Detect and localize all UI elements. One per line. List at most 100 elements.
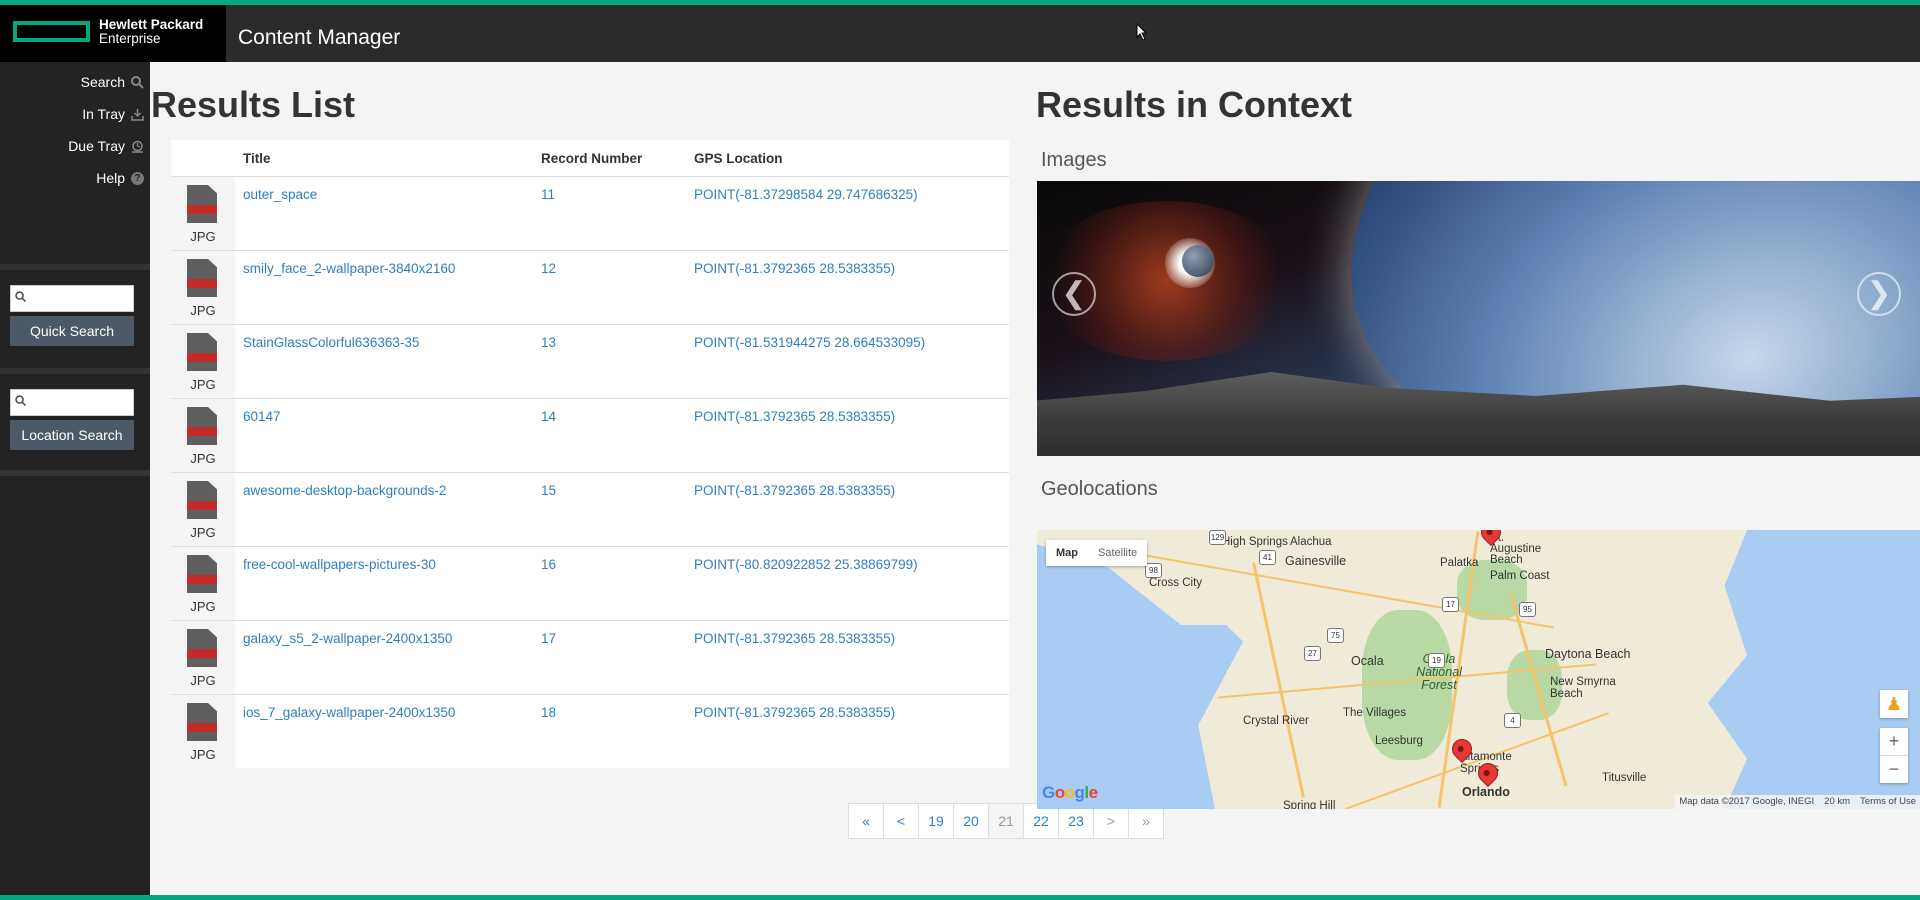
mouse-cursor-icon	[1136, 23, 1148, 41]
location-search-field[interactable]	[10, 389, 134, 416]
results-in-context-heading: Results in Context	[1036, 84, 1353, 125]
quick-search-field[interactable]	[10, 285, 134, 312]
search-icon	[15, 291, 26, 302]
column-header-title[interactable]: Title	[243, 151, 271, 166]
record-number-link[interactable]: 17	[541, 631, 556, 646]
column-header-gps-location[interactable]: GPS Location	[694, 151, 783, 166]
gps-location-link[interactable]: POINT(-81.37298584 29.747686325)	[694, 187, 918, 202]
record-number-link[interactable]: 12	[541, 261, 556, 276]
map-place-label: Palm Coast	[1490, 570, 1550, 582]
nav-due-tray[interactable]: Due Tray	[68, 138, 144, 154]
bottom-accent-stripe	[0, 895, 1920, 900]
record-number-link[interactable]: 13	[541, 335, 556, 350]
in-tray-icon	[131, 108, 144, 121]
file-type-label: JPG	[190, 303, 216, 318]
record-title-link[interactable]: ios_7_galaxy-wallpaper-2400x1350	[243, 705, 455, 720]
image-carousel[interactable]: ❮ ❯	[1037, 181, 1920, 456]
geolocations-heading: Geolocations	[1041, 478, 1158, 500]
nav-help[interactable]: Help ?	[96, 170, 144, 186]
due-tray-icon	[132, 140, 143, 153]
record-title-link[interactable]: outer_space	[243, 187, 317, 202]
gps-location-link[interactable]: POINT(-81.3792365 28.5383355)	[694, 631, 895, 646]
results-table: Title Record Number GPS Location JPG out…	[171, 140, 1009, 768]
nav-in-tray[interactable]: In Tray	[82, 106, 144, 122]
map-place-label: Leesburg	[1375, 735, 1423, 747]
map-place-label: The Villages	[1343, 707, 1407, 719]
record-number-link[interactable]: 15	[541, 483, 556, 498]
nav-search[interactable]: Search	[81, 74, 144, 90]
table-row[interactable]: JPG 60147 14 POINT(-81.3792365 28.538335…	[171, 399, 1009, 473]
record-number-link[interactable]: 14	[541, 409, 556, 424]
page-button[interactable]: 19	[918, 803, 954, 839]
table-row[interactable]: JPG galaxy_s5_2-wallpaper-2400x1350 17 P…	[171, 621, 1009, 695]
file-type-label: JPG	[190, 377, 216, 392]
gps-location-link[interactable]: POINT(-81.3792365 28.5383355)	[694, 409, 895, 424]
gps-location-link[interactable]: POINT(-81.3792365 28.5383355)	[694, 705, 895, 720]
app-header: Hewlett Packard Enterprise Content Manag…	[0, 5, 1920, 62]
zoom-out-button[interactable]: −	[1880, 756, 1908, 783]
nav-help-label: Help	[96, 170, 125, 186]
record-title-link[interactable]: awesome-desktop-backgrounds-2	[243, 483, 446, 498]
quick-search-button[interactable]: Quick Search	[10, 316, 134, 346]
map-place-label: Crystal River	[1243, 715, 1309, 727]
zoom-in-button[interactable]: +	[1880, 728, 1908, 756]
highway-shield: 75	[1327, 628, 1344, 643]
carousel-next-button[interactable]: ❯	[1857, 272, 1901, 316]
table-row[interactable]: JPG awesome-desktop-backgrounds-2 15 POI…	[171, 473, 1009, 547]
record-title-link[interactable]: 60147	[243, 409, 281, 424]
jpg-file-icon	[187, 185, 217, 223]
file-type-label: JPG	[190, 451, 216, 466]
zoom-control: + −	[1880, 728, 1908, 783]
nav-search-label: Search	[80, 74, 125, 90]
gps-location-link[interactable]: POINT(-81.3792365 28.5383355)	[694, 483, 895, 498]
hpe-logo-rectangle	[13, 21, 90, 42]
map-scale: 20 km	[1824, 796, 1851, 807]
gps-location-link[interactable]: POINT(-80.820922852 25.38869799)	[694, 557, 918, 572]
table-row[interactable]: JPG free-cool-wallpapers-pictures-30 16 …	[171, 547, 1009, 621]
help-icon: ?	[131, 171, 144, 185]
highway-shield: 17	[1442, 597, 1459, 612]
record-title-link[interactable]: smily_face_2-wallpaper-3840x2160	[243, 261, 455, 276]
table-row[interactable]: JPG StainGlassColorful636363-35 13 POINT…	[171, 325, 1009, 399]
record-title-link[interactable]: free-cool-wallpapers-pictures-30	[243, 557, 436, 572]
google-logo: Google	[1042, 783, 1098, 802]
column-header-record-number[interactable]: Record Number	[541, 151, 642, 166]
table-row[interactable]: JPG outer_space 11 POINT(-81.37298584 29…	[171, 177, 1009, 251]
record-number-link[interactable]: 18	[541, 705, 556, 720]
search-icon	[15, 395, 26, 406]
map-type-toggle: Map Satellite	[1046, 540, 1148, 566]
carousel-prev-button[interactable]: ❮	[1052, 272, 1096, 316]
nav-in-tray-label: In Tray	[82, 106, 125, 122]
map-type-map-button[interactable]: Map	[1046, 540, 1088, 566]
table-row[interactable]: JPG ios_7_galaxy-wallpaper-2400x1350 18 …	[171, 695, 1009, 768]
location-search-input[interactable]	[31, 392, 133, 414]
quick-search-input[interactable]	[31, 288, 133, 310]
street-view-pegman-icon[interactable]: ♟	[1880, 690, 1908, 718]
map-type-satellite-button[interactable]: Satellite	[1088, 540, 1147, 566]
record-title-link[interactable]: StainGlassColorful636363-35	[243, 335, 419, 350]
file-type-label: JPG	[190, 525, 216, 540]
highway-shield: 129	[1209, 530, 1226, 545]
hpe-logo[interactable]: Hewlett Packard Enterprise	[0, 5, 226, 62]
highway-shield: 27	[1304, 646, 1321, 661]
map-place-label: Spring Hill	[1283, 800, 1336, 809]
map-place-label: Gainesville	[1285, 554, 1347, 568]
record-number-link[interactable]: 11	[541, 187, 555, 202]
table-row[interactable]: JPG smily_face_2-wallpaper-3840x2160 12 …	[171, 251, 1009, 325]
file-type-label: JPG	[190, 747, 216, 762]
jpg-file-icon	[187, 629, 217, 667]
geolocation-map[interactable]: High Springs Alachua Gainesville Palatka…	[1037, 530, 1920, 809]
results-list-heading: Results List	[151, 84, 356, 125]
page-prev-button[interactable]: <	[883, 803, 919, 839]
page-button[interactable]: 20	[953, 803, 989, 839]
record-title-link[interactable]: galaxy_s5_2-wallpaper-2400x1350	[243, 631, 452, 646]
location-search-button[interactable]: Location Search	[10, 420, 134, 450]
gps-location-link[interactable]: POINT(-81.3792365 28.5383355)	[694, 261, 895, 276]
jpg-file-icon	[187, 481, 217, 519]
map-terms-link[interactable]: Terms of Use	[1860, 795, 1916, 809]
file-type-label: JPG	[190, 673, 216, 688]
page-first-button[interactable]: «	[848, 803, 884, 839]
map-place-label: Orlando	[1462, 785, 1510, 799]
record-number-link[interactable]: 16	[541, 557, 556, 572]
gps-location-link[interactable]: POINT(-81.531944275 28.664533095)	[694, 335, 925, 350]
